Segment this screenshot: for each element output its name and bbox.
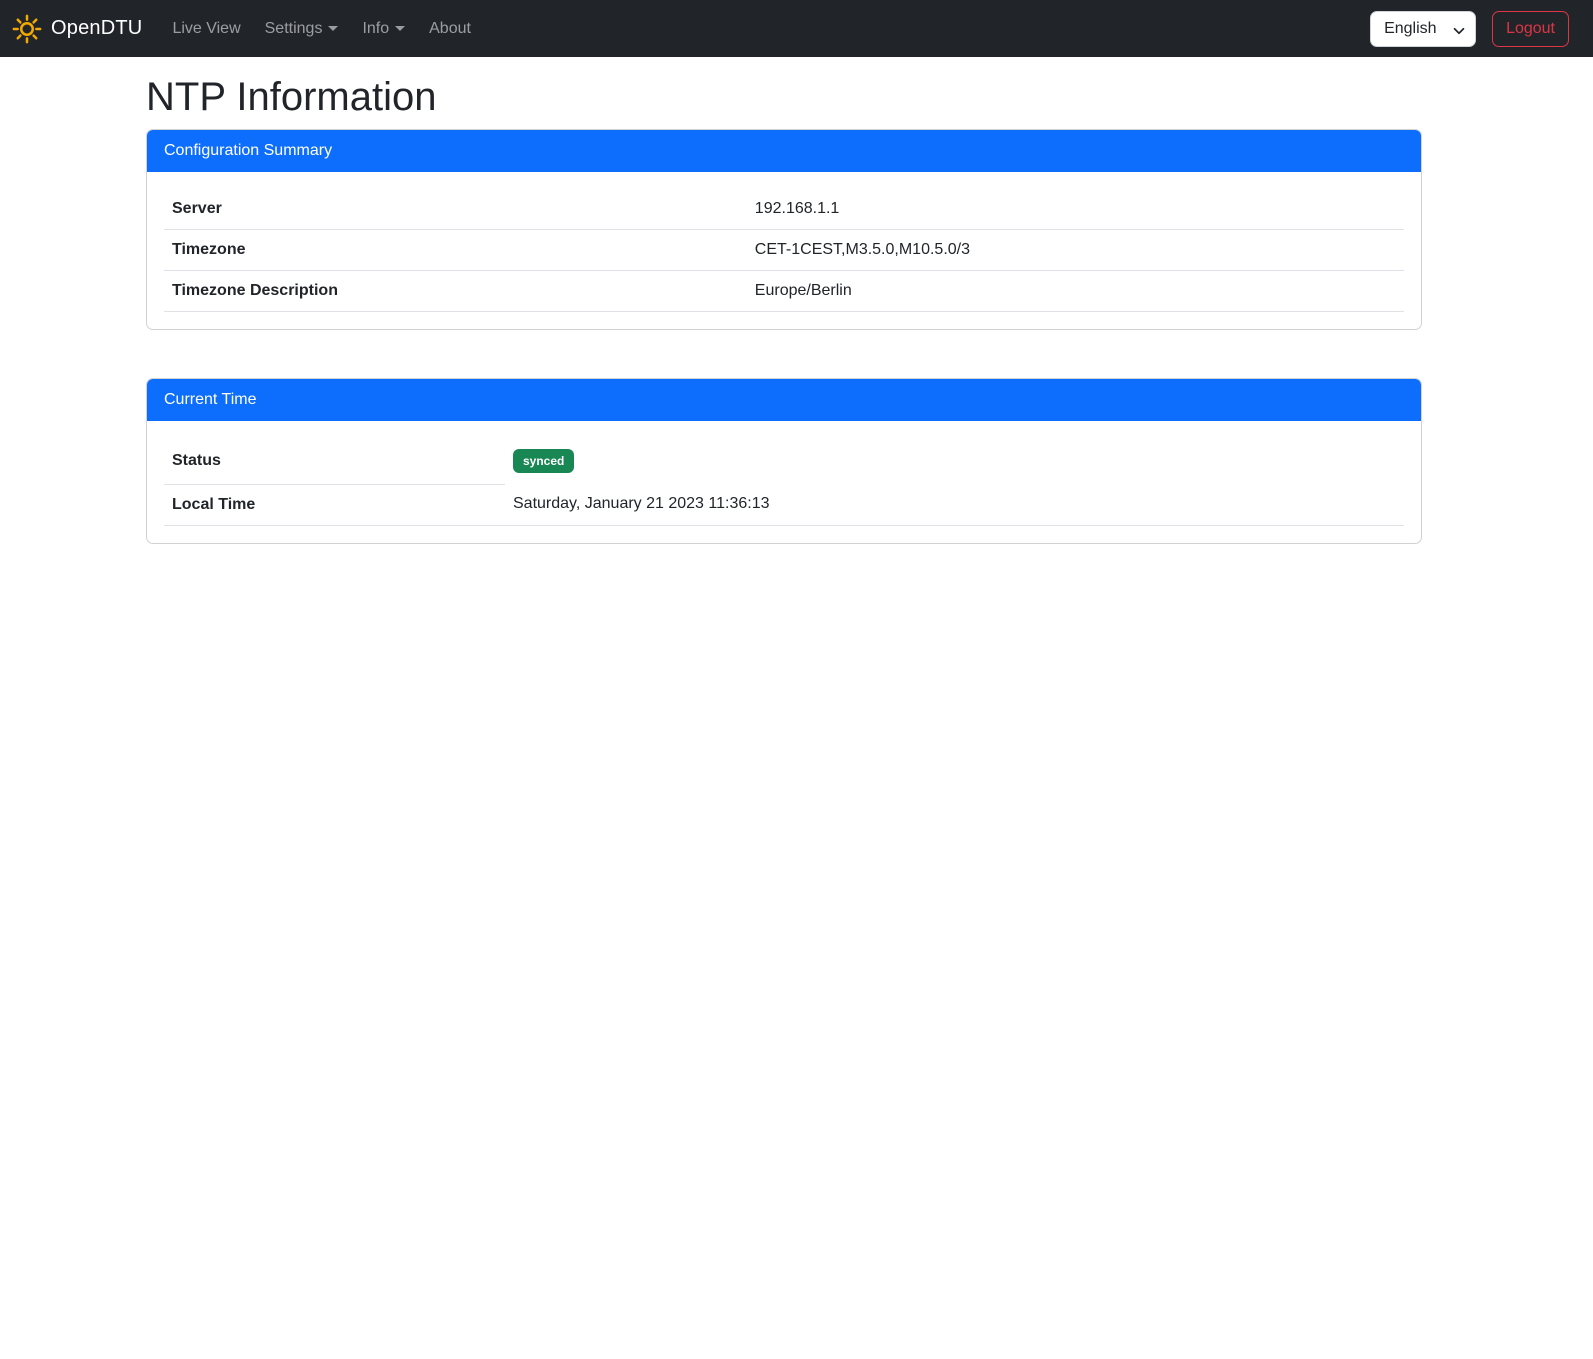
table-row: Status synced <box>164 438 1404 484</box>
nav-list: Live View Settings Info About <box>160 11 483 47</box>
nav-item-info[interactable]: Info <box>354 11 413 47</box>
status-badge: synced <box>513 449 574 473</box>
row-value: Europe/Berlin <box>747 271 1404 312</box>
nav-item-label: Settings <box>265 20 323 37</box>
current-time-table: Status synced Local Time Saturday, Janua… <box>164 438 1404 526</box>
nav-item-settings[interactable]: Settings <box>257 11 347 47</box>
navbar-left: OpenDTU Live View Settings Info About <box>12 11 483 47</box>
brand-label: OpenDTU <box>51 17 142 40</box>
row-label: Status <box>164 438 505 484</box>
page-title: NTP Information <box>146 73 1422 121</box>
current-time-header: Current Time <box>147 379 1421 421</box>
table-row: Server 192.168.1.1 <box>164 189 1404 230</box>
nav-item-label: Info <box>362 20 389 37</box>
table-row: Timezone CET-1CEST,M3.5.0,M10.5.0/3 <box>164 230 1404 271</box>
current-time-body: Status synced Local Time Saturday, Janua… <box>147 421 1421 543</box>
row-value: synced <box>505 438 1404 484</box>
row-value: 192.168.1.1 <box>747 189 1404 230</box>
nav-item-label: Live View <box>172 20 240 37</box>
table-row: Local Time Saturday, January 21 2023 11:… <box>164 484 1404 525</box>
language-select[interactable]: English <box>1370 11 1476 47</box>
main-content: NTP Information Configuration Summary Se… <box>146 73 1422 544</box>
configuration-summary-card: Configuration Summary Server 192.168.1.1… <box>146 129 1422 330</box>
caret-down-icon <box>395 26 405 31</box>
navbar-right: English Logout <box>1370 11 1581 47</box>
current-time-card: Current Time Status synced Local Time Sa… <box>146 378 1422 544</box>
sun-icon <box>12 14 42 44</box>
row-label: Local Time <box>164 484 505 525</box>
configuration-summary-table: Server 192.168.1.1 Timezone CET-1CEST,M3… <box>164 189 1404 312</box>
nav-item-live-view[interactable]: Live View <box>164 11 248 47</box>
row-label: Timezone Description <box>164 271 747 312</box>
configuration-summary-header: Configuration Summary <box>147 130 1421 172</box>
logout-button[interactable]: Logout <box>1492 11 1569 47</box>
row-value: CET-1CEST,M3.5.0,M10.5.0/3 <box>747 230 1404 271</box>
table-row: Timezone Description Europe/Berlin <box>164 271 1404 312</box>
brand-link[interactable]: OpenDTU <box>12 14 142 44</box>
chevron-down-icon <box>1453 24 1465 42</box>
language-select-value: English <box>1384 20 1436 38</box>
row-label: Timezone <box>164 230 747 271</box>
caret-down-icon <box>328 26 338 31</box>
row-label: Server <box>164 189 747 230</box>
nav-item-about[interactable]: About <box>421 11 479 47</box>
configuration-summary-body: Server 192.168.1.1 Timezone CET-1CEST,M3… <box>147 172 1421 329</box>
nav-item-label: About <box>429 20 471 37</box>
row-value: Saturday, January 21 2023 11:36:13 <box>505 484 1404 525</box>
navbar: OpenDTU Live View Settings Info About En… <box>0 0 1593 57</box>
